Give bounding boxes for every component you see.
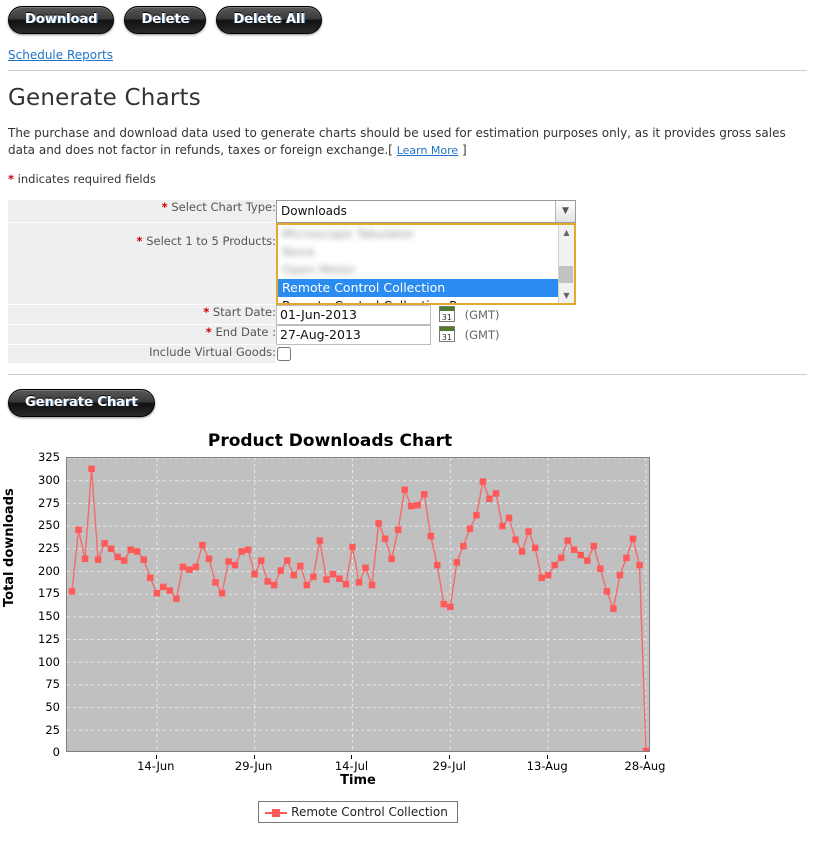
include-virtual-goods-checkbox[interactable]: [277, 346, 291, 361]
list-item[interactable]: Open Meter: [278, 261, 574, 279]
legend-label: Remote Control Collection: [291, 805, 448, 820]
list-item[interactable]: Nova: [278, 243, 574, 261]
chart-plot-container: Total downloads 0 25 50 75 100 125 150 175 200 22…: [0, 450, 666, 824]
products-field-cell: Microscope Tabulator Nova Open Meter Rem…: [276, 222, 803, 305]
start-date-label: Start Date:: [212, 305, 276, 320]
chart-type-select[interactable]: Downloads: [276, 199, 576, 223]
end-date-label-cell: * End Date :: [8, 324, 276, 346]
top-toolbar: Download Delete Delete All: [0, 0, 815, 34]
generate-chart-button[interactable]: Generate Chart: [8, 389, 155, 418]
chart-x-tick-label: 29-Jun: [234, 759, 273, 774]
generate-chart-row: Generate Chart: [8, 389, 815, 418]
chart-y-tick-label: 300: [38, 472, 60, 487]
form-row-virtual-goods: Include Virtual Goods:: [8, 344, 803, 365]
chart-type-select-wrap: Downloads ▼: [276, 199, 576, 223]
chart-legend: Remote Control Collection: [66, 801, 650, 824]
end-date-required-star: *: [205, 325, 212, 340]
page-title: Generate Charts: [8, 85, 201, 111]
chart-block: Product Downloads Chart Total downloads …: [0, 431, 815, 824]
virtual-goods-label-cell: Include Virtual Goods:: [8, 344, 276, 365]
products-listbox[interactable]: Microscope Tabulator Nova Open Meter Rem…: [276, 222, 576, 305]
chart-type-label: Select Chart Type:: [171, 199, 276, 214]
required-fields-note: * indicates required fields: [8, 172, 815, 186]
start-date-label-cell: * Start Date:: [8, 304, 276, 326]
list-item[interactable]: Remote Control Collection Pro: [278, 297, 574, 303]
schedule-reports-link[interactable]: Schedule Reports: [8, 48, 113, 62]
chart-x-axis-ticks: 14-Jun 29-Jun 14-Jul 29-Jul 13-Aug 28-Aug: [66, 755, 666, 774]
end-date-label: End Date :: [215, 325, 276, 340]
form-row-start-date: * Start Date: 31 (GMT): [8, 304, 803, 326]
download-button[interactable]: Download: [8, 6, 115, 34]
learn-more-link[interactable]: Learn More: [397, 144, 459, 157]
chart-y-tick-label: 50: [45, 699, 60, 714]
scroll-up-icon[interactable]: ▲: [559, 224, 574, 240]
chart-x-axis-label: Time: [340, 773, 376, 789]
end-date-gmt-label: (GMT): [464, 328, 500, 343]
form-row-end-date: * End Date : 31 (GMT): [8, 324, 803, 346]
legend-marker-icon: [265, 808, 288, 818]
chart-x-tick-label: 14-Jul: [334, 759, 369, 774]
chart-y-tick-label: 325: [38, 450, 60, 465]
calendar-icon[interactable]: 31: [438, 326, 455, 343]
start-date-required-star: *: [203, 305, 210, 320]
chart-y-tick-label: 0: [52, 745, 60, 760]
chart-x-tick-label: 13-Aug: [526, 759, 568, 774]
header-divider: [8, 70, 807, 71]
chart-y-tick-label: 25: [45, 722, 60, 737]
chart-y-tick-label: 225: [38, 541, 60, 556]
calendar-icon[interactable]: 31: [438, 306, 455, 323]
list-item-selected[interactable]: Remote Control Collection: [278, 278, 574, 297]
products-label: Select 1 to 5 Products:: [146, 234, 276, 249]
products-listbox-items: Microscope Tabulator Nova Open Meter Rem…: [278, 225, 574, 303]
delete-button[interactable]: Delete: [124, 6, 207, 34]
start-date-field-cell: 31 (GMT): [276, 304, 803, 325]
intro-tail: ]: [458, 143, 467, 158]
delete-all-button[interactable]: Delete All: [216, 6, 322, 34]
products-scrollbar[interactable]: ▲ ▼: [558, 224, 574, 303]
chart-type-field-cell: Downloads ▼: [276, 199, 803, 223]
products-required-star: *: [136, 234, 143, 249]
chart-y-tick-label: 200: [38, 563, 60, 578]
chart-plot-area: [66, 457, 650, 753]
chart-x-tick-label: 28-Aug: [624, 759, 666, 774]
chart-y-tick-label: 100: [38, 654, 60, 669]
products-label-cell: * Select 1 to 5 Products:: [8, 222, 276, 306]
virtual-goods-label: Include Virtual Goods:: [149, 345, 276, 360]
end-date-field-cell: 31 (GMT): [276, 324, 803, 345]
chart-y-tick-label: 275: [38, 495, 60, 510]
form-divider: [8, 374, 807, 376]
chart-type-label-cell: * Select Chart Type:: [8, 199, 276, 224]
chart-y-tick-label: 250: [38, 518, 60, 533]
end-date-input[interactable]: [276, 324, 431, 345]
chart-y-axis-label: Total downloads: [2, 488, 17, 608]
chart-y-tick-label: 75: [45, 677, 60, 692]
start-date-input[interactable]: [276, 304, 431, 325]
chart-y-tick-label: 150: [38, 609, 60, 624]
virtual-goods-field-cell: [276, 344, 803, 364]
form-row-chart-type: * Select Chart Type: Downloads ▼: [8, 199, 803, 224]
legend-entry: Remote Control Collection: [258, 801, 458, 824]
scrollbar-thumb[interactable]: [559, 265, 573, 283]
start-date-gmt-label: (GMT): [464, 308, 500, 323]
chart-series-svg: [67, 458, 649, 752]
generate-charts-form: * Select Chart Type: Downloads ▼ * Selec…: [8, 199, 803, 365]
chart-type-required-star: *: [161, 199, 168, 214]
required-note-text: indicates required fields: [14, 171, 156, 186]
form-row-products: * Select 1 to 5 Products: Microscope Tab…: [8, 222, 803, 306]
chart-x-tick-label: 29-Jul: [432, 759, 466, 774]
chart-x-tick-label: 14-Jun: [137, 759, 175, 774]
chart-y-axis-ticks: 0 25 50 75 100 125 150 175 200 225 250 275 300 325: [24, 450, 60, 760]
chart-title: Product Downloads Chart: [207, 431, 453, 452]
scroll-down-icon[interactable]: ▼: [559, 287, 574, 303]
schedule-reports-row: Schedule Reports: [0, 34, 815, 62]
chart-y-tick-label: 175: [38, 586, 60, 601]
intro-paragraph: The purchase and download data used to g…: [8, 125, 807, 160]
chart-y-tick-label: 125: [38, 631, 60, 646]
list-item[interactable]: Microscope Tabulator: [278, 225, 574, 243]
